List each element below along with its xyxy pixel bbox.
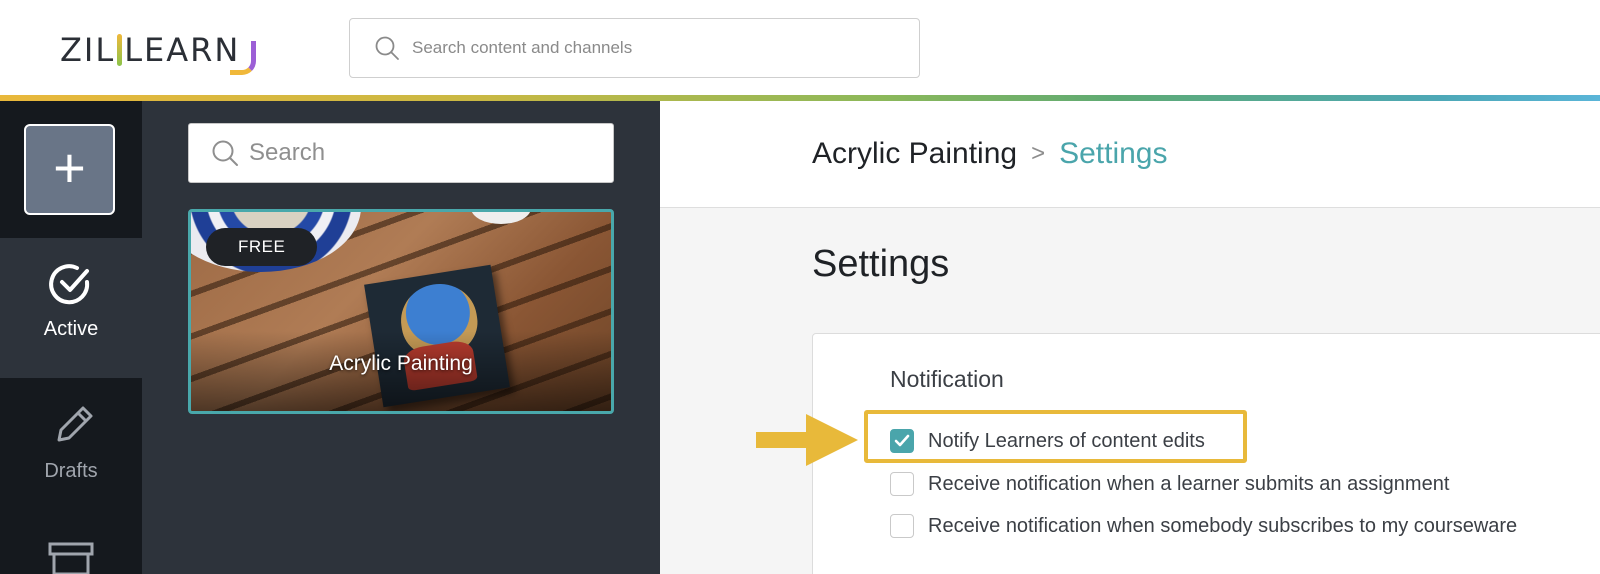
price-badge: FREE: [206, 228, 318, 266]
rail-item-drafts[interactable]: Drafts: [0, 378, 142, 518]
check-circle-icon: [49, 264, 90, 305]
arrow-right-icon: [756, 414, 858, 466]
zillearn-logo[interactable]: ZIL LEARN: [60, 22, 257, 78]
rail-item-archive[interactable]: [0, 518, 142, 574]
breadcrumb-separator: >: [1031, 140, 1046, 167]
notification-section-title: Notification: [890, 366, 1004, 392]
card-thumbnail-cup: [471, 212, 531, 224]
logo-bar-icon: [117, 34, 123, 66]
rail-item-active[interactable]: Active: [0, 238, 142, 378]
breadcrumb-parent-link[interactable]: Acrylic Painting: [812, 137, 1017, 170]
course-card-title: Acrylic Painting: [329, 352, 473, 375]
rail-item-label: Active: [43, 318, 99, 340]
subscribe-notification-option[interactable]: Receive notification when somebody subsc…: [890, 511, 1517, 541]
breadcrumb-bar: Acrylic Painting > Settings: [660, 101, 1600, 208]
content-search-input[interactable]: [249, 139, 589, 167]
search-icon: [212, 140, 238, 166]
assignment-notification-label: Receive notification when a learner subm…: [928, 472, 1450, 495]
global-search-box: [349, 18, 920, 78]
logo-text-left: ZIL: [60, 31, 116, 69]
assignment-notification-checkbox[interactable]: [890, 472, 914, 496]
search-icon: [375, 36, 399, 60]
breadcrumb-current: Settings: [1059, 137, 1168, 170]
subscribe-notification-label: Receive notification when somebody subsc…: [928, 514, 1518, 537]
rail-add-section: +: [0, 101, 142, 238]
assignment-notification-option[interactable]: Receive notification when a learner subm…: [890, 469, 1449, 499]
content-list-panel: FREE Acrylic Painting: [142, 101, 660, 574]
top-header: ZIL LEARN: [0, 0, 1600, 96]
logo-hook-icon: [230, 41, 257, 75]
content-search-box: [188, 123, 614, 183]
main-content: Acrylic Painting > Settings Settings Notif…: [660, 101, 1600, 574]
pencil-icon: [57, 406, 93, 442]
left-nav-rail: + Active Drafts: [0, 101, 142, 574]
add-content-button[interactable]: +: [24, 124, 115, 215]
breadcrumb: Acrylic Painting > Settings: [812, 137, 1168, 171]
subscribe-notification-checkbox[interactable]: [890, 514, 914, 538]
course-card[interactable]: FREE Acrylic Painting: [188, 209, 614, 414]
logo-text-right: LEARN: [124, 31, 241, 69]
page-title: Settings: [812, 243, 950, 285]
rail-item-label: Drafts: [44, 460, 98, 482]
global-search-input[interactable]: [412, 38, 892, 58]
highlight-box: [864, 410, 1247, 463]
archive-box-icon: [48, 542, 94, 574]
